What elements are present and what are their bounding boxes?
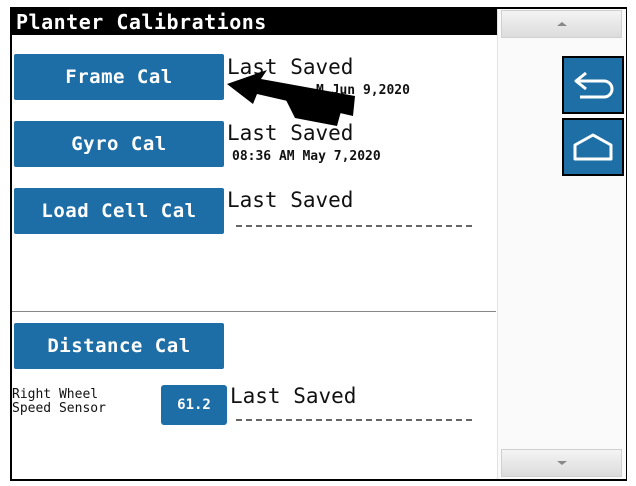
scroll-down-button[interactable] xyxy=(501,449,622,477)
home-button[interactable] xyxy=(562,118,624,176)
right-wheel-speed-sensor-label: Right Wheel Speed Sensor xyxy=(12,387,106,416)
distance-cal-button[interactable]: Distance Cal xyxy=(14,323,224,369)
load-cell-cal-button[interactable]: Load Cell Cal xyxy=(14,188,224,234)
gyro-cal-timestamp: 08:36 AM May 7,2020 xyxy=(232,149,381,164)
back-button[interactable] xyxy=(562,56,624,114)
chevron-down-icon xyxy=(556,461,567,465)
arrow-annotation xyxy=(227,70,355,126)
home-icon xyxy=(573,133,613,161)
load-cell-cal-timestamp-empty xyxy=(236,225,472,227)
right-wheel-speed-sensor-value[interactable]: 61.2 xyxy=(161,385,227,425)
frame-cal-button[interactable]: Frame Cal xyxy=(14,54,224,100)
load-cell-cal-last-saved-label: Last Saved xyxy=(227,188,354,212)
chevron-up-icon xyxy=(556,22,567,26)
back-arrow-icon xyxy=(574,71,614,99)
distance-last-saved-label: Last Saved xyxy=(230,384,357,408)
gyro-cal-button[interactable]: Gyro Cal xyxy=(14,121,224,167)
section-divider xyxy=(12,311,496,312)
scroll-up-button[interactable] xyxy=(501,10,622,38)
distance-timestamp-empty xyxy=(236,419,472,421)
page-title: Planter Calibrations xyxy=(12,9,497,35)
